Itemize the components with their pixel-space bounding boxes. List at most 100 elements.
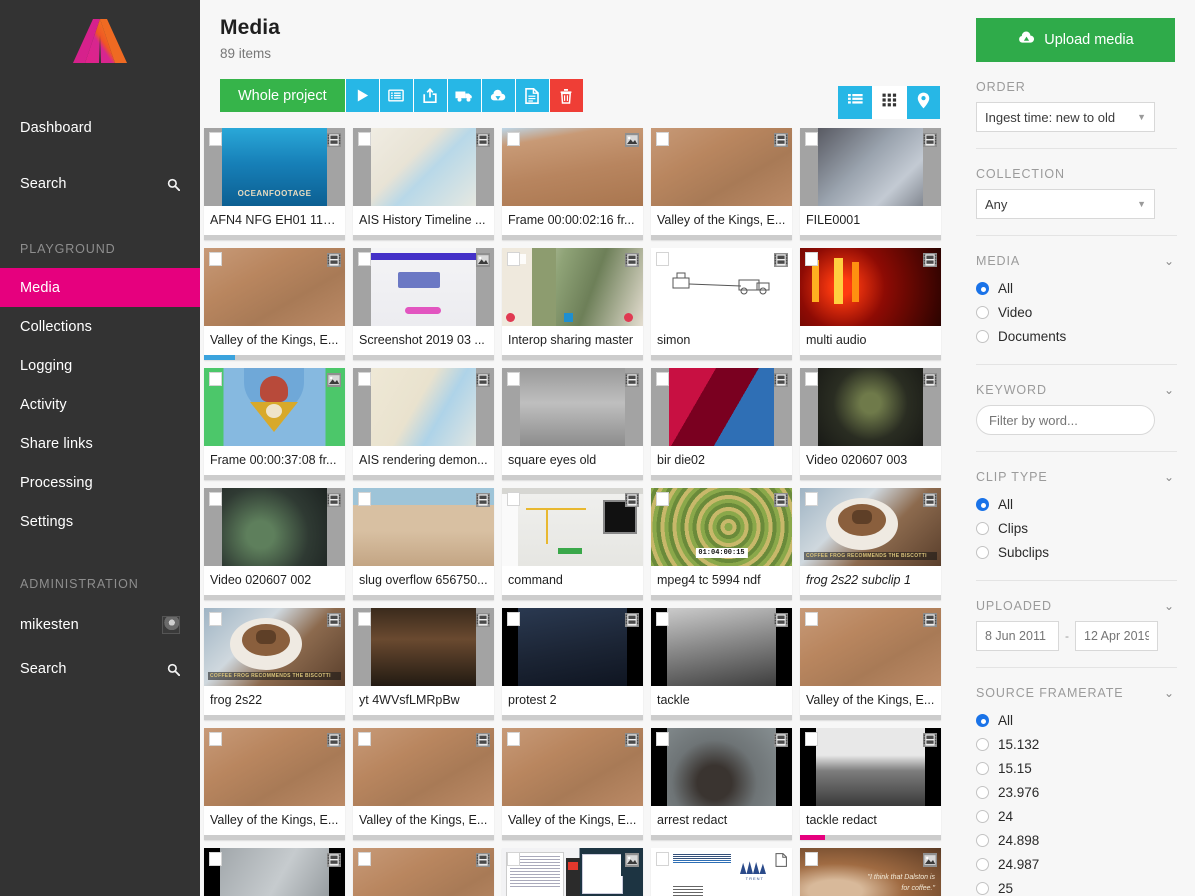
delete-button[interactable]	[548, 79, 583, 112]
radio-button[interactable]	[976, 833, 989, 847]
radio-button[interactable]	[976, 809, 989, 823]
media-card[interactable]: multi audio	[800, 248, 941, 360]
media-section-title[interactable]: MEDIA ⌄	[976, 254, 1175, 268]
select-checkbox[interactable]	[805, 492, 818, 506]
media-card[interactable]: protest 2	[502, 608, 643, 720]
select-checkbox[interactable]	[656, 372, 669, 386]
select-checkbox[interactable]	[358, 732, 371, 746]
media-thumbnail[interactable]	[502, 368, 643, 446]
radio-button[interactable]	[976, 713, 989, 727]
play-button[interactable]	[344, 79, 379, 112]
select-checkbox[interactable]	[358, 372, 371, 386]
media-thumbnail[interactable]	[800, 608, 941, 686]
media-card[interactable]: slug overflow 656750...	[353, 488, 494, 600]
media-card[interactable]: Frame 00:00:37:08 fr...	[204, 368, 345, 480]
select-checkbox[interactable]	[209, 612, 222, 626]
sidebar-item-media[interactable]: Media	[0, 268, 200, 307]
media-thumbnail[interactable]	[353, 848, 494, 896]
media-card[interactable]: Screenshot 2019 03 ...	[353, 248, 494, 360]
media-card[interactable]: Video 020607 002	[204, 488, 345, 600]
media-thumbnail[interactable]: COFFEE FROG RECOMMENDS THE BISCOTTI	[800, 488, 941, 566]
select-checkbox[interactable]	[805, 852, 818, 866]
download-button[interactable]	[480, 79, 515, 112]
media-thumbnail[interactable]: 01:04:00:15	[651, 488, 792, 566]
media-thumbnail[interactable]	[353, 128, 494, 206]
framerate-option-24-987[interactable]: 24.987	[976, 852, 1175, 876]
report-button[interactable]	[514, 79, 549, 112]
media-thumbnail[interactable]	[800, 728, 941, 806]
media-card[interactable]: 01:04:00:15 mpeg4 tc 5994 ndf	[651, 488, 792, 600]
radio-button[interactable]	[976, 785, 989, 799]
media-card[interactable]: tackle redact	[800, 728, 941, 840]
upload-media-button[interactable]: Upload media	[976, 18, 1175, 62]
radio-button[interactable]	[976, 857, 989, 871]
keyword-section-title[interactable]: KEYWORD ⌄	[976, 383, 1175, 397]
radio-button[interactable]	[976, 737, 989, 751]
select-checkbox[interactable]	[209, 372, 222, 386]
uploaded-to-input[interactable]	[1075, 621, 1158, 651]
media-card[interactable]: command	[502, 488, 643, 600]
framerate-option-15-15[interactable]: 15.15	[976, 756, 1175, 780]
media-card[interactable]: Valley of the Kings, E...	[353, 728, 494, 840]
select-checkbox[interactable]	[656, 492, 669, 506]
select-checkbox[interactable]	[656, 612, 669, 626]
framerate-option-24[interactable]: 24	[976, 804, 1175, 828]
select-checkbox[interactable]	[656, 732, 669, 746]
media-thumbnail[interactable]	[502, 128, 643, 206]
media-card[interactable]: AIS History Timeline ...	[353, 128, 494, 240]
clip-type-section-title[interactable]: CLIP TYPE ⌄	[976, 470, 1175, 484]
select-checkbox[interactable]	[805, 612, 818, 626]
media-thumbnail[interactable]	[502, 848, 643, 896]
media-card[interactable]: Frame 00:00:02:16 fr...	[502, 128, 643, 240]
select-checkbox[interactable]	[358, 852, 371, 866]
sidebar-item-settings[interactable]: Settings	[0, 502, 200, 541]
clip-type-option-clips[interactable]: Clips	[976, 516, 1175, 540]
keyword-input[interactable]	[976, 405, 1155, 435]
collection-select[interactable]: Any ▼	[976, 189, 1155, 219]
select-checkbox[interactable]	[209, 132, 222, 146]
select-checkbox[interactable]	[507, 732, 520, 746]
media-thumbnail[interactable]	[800, 248, 941, 326]
radio-button[interactable]	[976, 521, 989, 535]
sidebar-item-search[interactable]: Search	[0, 162, 200, 206]
media-card[interactable]	[502, 848, 643, 896]
framerate-option-all[interactable]: All	[976, 708, 1175, 732]
media-thumbnail[interactable]	[651, 248, 792, 326]
media-option-all[interactable]: All	[976, 276, 1175, 300]
framerate-option-23-976[interactable]: 23.976	[976, 780, 1175, 804]
media-thumbnail[interactable]	[204, 368, 345, 446]
media-thumbnail[interactable]	[651, 128, 792, 206]
log-button[interactable]	[378, 79, 413, 112]
select-checkbox[interactable]	[358, 132, 371, 146]
radio-button[interactable]	[976, 545, 989, 559]
list-view-button[interactable]	[838, 86, 872, 119]
media-card[interactable]: bir die02	[651, 368, 792, 480]
deliver-button[interactable]	[446, 79, 481, 112]
media-card[interactable]	[353, 848, 494, 896]
source-framerate-section-title[interactable]: SOURCE FRAMERATE ⌄	[976, 686, 1175, 700]
sidebar-item-dashboard[interactable]: Dashboard	[0, 106, 200, 150]
select-checkbox[interactable]	[656, 132, 669, 146]
media-thumbnail[interactable]	[353, 248, 494, 326]
uploaded-from-input[interactable]	[976, 621, 1059, 651]
media-thumbnail[interactable]	[353, 368, 494, 446]
order-select[interactable]: Ingest time: new to old ▼	[976, 102, 1155, 132]
sidebar-item-processing[interactable]: Processing	[0, 463, 200, 502]
media-thumbnail[interactable]	[651, 728, 792, 806]
radio-button[interactable]	[976, 281, 989, 295]
media-option-documents[interactable]: Documents	[976, 324, 1175, 348]
grid-view-button[interactable]	[872, 86, 906, 119]
radio-button[interactable]	[976, 761, 989, 775]
select-checkbox[interactable]	[209, 852, 222, 866]
media-card[interactable]: yt 4WVsfLMRpBw	[353, 608, 494, 720]
radio-button[interactable]	[976, 305, 989, 319]
media-thumbnail[interactable]	[204, 248, 345, 326]
media-thumbnail[interactable]	[651, 608, 792, 686]
media-thumbnail[interactable]: "I think that Dalston is for coffee."	[800, 848, 941, 896]
media-thumbnail[interactable]	[353, 608, 494, 686]
media-thumbnail[interactable]	[204, 488, 345, 566]
media-thumbnail[interactable]	[651, 368, 792, 446]
media-thumbnail[interactable]	[204, 848, 345, 896]
media-thumbnail[interactable]	[204, 728, 345, 806]
media-card[interactable]: FILE0001	[800, 128, 941, 240]
